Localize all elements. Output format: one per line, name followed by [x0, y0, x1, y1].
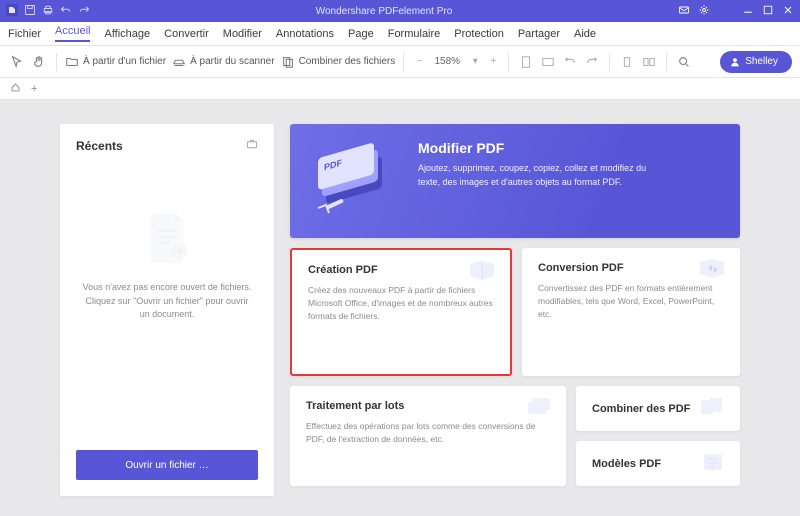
document-placeholder-icon [145, 211, 189, 265]
page-fit-icon[interactable] [517, 53, 535, 71]
card-edit-desc: Ajoutez, supprimez, coupez, copiez, coll… [418, 162, 668, 189]
menu-aide[interactable]: Aide [574, 28, 596, 40]
card-create-desc: Créez des nouveaux PDF à partir de fichi… [308, 284, 494, 322]
card-convert-pdf[interactable]: Conversion PDF Convertissez des PDF en f… [522, 248, 740, 376]
home-tab-icon[interactable] [10, 82, 21, 96]
card-convert-title: Conversion PDF [538, 262, 724, 274]
toolbar: À partir d'un fichier À partir du scanne… [0, 46, 800, 78]
window-titlebar: Wondershare PDFelement Pro [0, 0, 800, 22]
convert-pdf-icon [698, 258, 728, 280]
recents-empty-text: Vous n'avez pas encore ouvert de fichier… [76, 281, 258, 322]
open-file-button-label: Ouvrir un fichier … [125, 460, 208, 471]
card-batch[interactable]: Traitement par lots Effectuez des opérat… [290, 386, 566, 486]
cursor-icon[interactable] [8, 53, 26, 71]
user-name: Shelley [745, 56, 778, 67]
card-combine-pdf[interactable]: Combiner des PDF [576, 386, 740, 431]
view-single-icon[interactable] [618, 53, 636, 71]
menu-annotations[interactable]: Annotations [276, 28, 334, 40]
card-convert-desc: Convertissez des PDF en formats entièrem… [538, 282, 724, 320]
user-account-button[interactable]: Shelley [720, 51, 792, 73]
menu-affichage[interactable]: Affichage [104, 28, 150, 40]
combine-icon [281, 55, 295, 69]
zoom-value[interactable] [430, 56, 464, 67]
home-content: Récents Vous n'avez pas encore ouvert de… [0, 100, 800, 516]
zoom-out-button[interactable]: − [412, 56, 426, 67]
card-create-pdf[interactable]: Création PDF Créez des nouveaux PDF à pa… [290, 248, 512, 376]
page-width-icon[interactable] [539, 53, 557, 71]
rotate-left-icon[interactable] [561, 53, 579, 71]
zoom-caret-icon[interactable]: ▾ [468, 56, 482, 67]
hand-icon[interactable] [30, 53, 48, 71]
mail-icon[interactable] [678, 4, 690, 19]
action-cards: PDF Modifier PDF Ajoutez, supprimez, cou… [290, 124, 740, 496]
card-combine-title: Combiner des PDF [592, 403, 690, 415]
menubar: Fichier Accueil Affichage Convertir Modi… [0, 22, 800, 46]
titlebar-left-icons [6, 4, 90, 19]
from-scanner-label: À partir du scanner [190, 56, 275, 67]
card-create-title: Création PDF [308, 264, 494, 276]
scanner-icon [172, 55, 186, 69]
maximize-icon[interactable] [762, 4, 774, 19]
rotate-right-icon[interactable] [583, 53, 601, 71]
briefcase-icon[interactable] [246, 138, 258, 153]
separator [56, 53, 57, 71]
separator [508, 53, 509, 71]
card-batch-desc: Effectuez des opérations par lots comme … [306, 420, 550, 446]
menu-accueil[interactable]: Accueil [55, 25, 90, 42]
menu-formulaire[interactable]: Formulaire [388, 28, 441, 40]
separator [609, 53, 610, 71]
open-file-button[interactable]: À partir d'un fichier [65, 55, 166, 69]
undo-icon[interactable] [60, 4, 72, 19]
open-file-label: À partir d'un fichier [83, 56, 166, 67]
menu-protection[interactable]: Protection [454, 28, 504, 40]
card-edit-pdf[interactable]: PDF Modifier PDF Ajoutez, supprimez, cou… [290, 124, 740, 238]
recents-title: Récents [76, 139, 123, 153]
combine-files-label: Combiner des fichiers [299, 56, 396, 67]
window-title: Wondershare PDFelement Pro [90, 6, 678, 17]
create-pdf-icon [468, 260, 498, 282]
menu-partager[interactable]: Partager [518, 28, 560, 40]
from-scanner-button[interactable]: À partir du scanner [172, 55, 275, 69]
zoom-in-button[interactable]: + [486, 56, 500, 67]
recents-panel: Récents Vous n'avez pas encore ouvert de… [60, 124, 274, 496]
user-icon [730, 57, 740, 67]
folder-icon [65, 55, 79, 69]
card-batch-title: Traitement par lots [306, 400, 550, 412]
open-file-button-main[interactable]: Ouvrir un fichier … [76, 450, 258, 480]
document-tabs: + [0, 78, 800, 100]
separator [403, 53, 404, 71]
minimize-icon[interactable] [742, 4, 754, 19]
batch-icon [524, 396, 554, 418]
app-logo-icon [6, 4, 18, 19]
search-icon[interactable] [675, 53, 693, 71]
gear-icon[interactable] [698, 4, 710, 19]
card-templates-title: Modèles PDF [592, 458, 661, 470]
card-templates-pdf[interactable]: Modèles PDF [576, 441, 740, 486]
separator [666, 53, 667, 71]
menu-modifier[interactable]: Modifier [223, 28, 262, 40]
combine-pdf-icon [698, 396, 728, 418]
save-icon[interactable] [24, 4, 36, 19]
zoom-control: − ▾ + [412, 56, 500, 67]
print-icon[interactable] [42, 4, 54, 19]
edit-pdf-illustration-icon: PDF [312, 138, 404, 218]
recents-empty-state: Vous n'avez pas encore ouvert de fichier… [76, 183, 258, 450]
menu-fichier[interactable]: Fichier [8, 28, 41, 40]
close-icon[interactable] [782, 4, 794, 19]
card-edit-title: Modifier PDF [418, 140, 722, 156]
new-tab-button[interactable]: + [31, 83, 37, 95]
menu-convertir[interactable]: Convertir [164, 28, 209, 40]
combine-files-button[interactable]: Combiner des fichiers [281, 55, 396, 69]
titlebar-right-icons [678, 4, 794, 19]
templates-pdf-icon [698, 451, 728, 473]
redo-icon[interactable] [78, 4, 90, 19]
view-double-icon[interactable] [640, 53, 658, 71]
menu-page[interactable]: Page [348, 28, 374, 40]
